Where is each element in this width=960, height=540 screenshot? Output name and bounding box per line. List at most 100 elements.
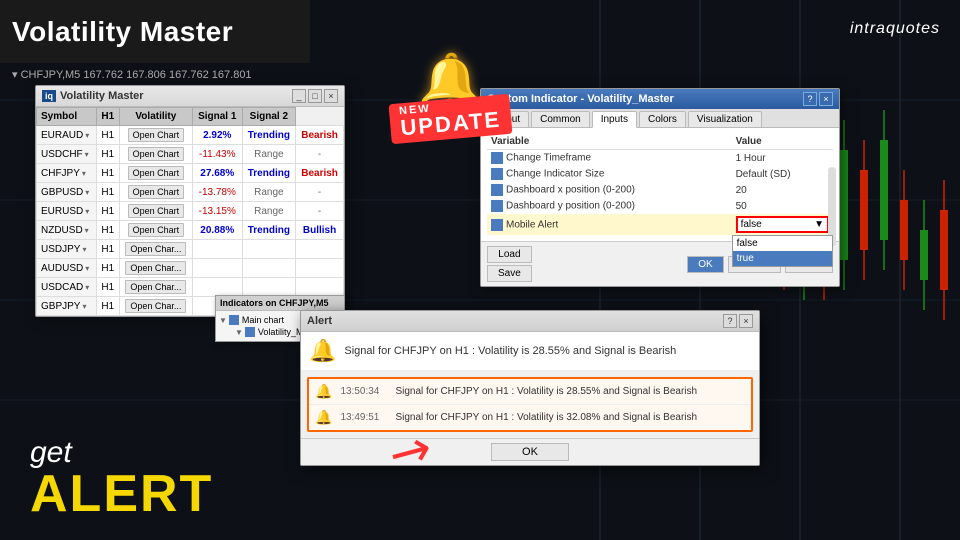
cell-symbol: GBPUSD ▾ — [37, 183, 97, 202]
cell-chart-btn[interactable]: Open Chart — [119, 183, 192, 202]
mobile-alert-dropdown[interactable]: false ▼ false true — [732, 214, 833, 235]
dropdown-current-value[interactable]: false ▼ — [736, 216, 829, 233]
col-symbol: Symbol — [37, 108, 97, 126]
symbol-dropdown-arrow[interactable]: ▾ — [82, 302, 86, 311]
symbol-dropdown-arrow[interactable]: ▾ — [85, 207, 89, 216]
open-chart-button[interactable]: Open Char... — [125, 280, 186, 294]
symbol-dropdown-arrow[interactable]: ▾ — [85, 283, 89, 292]
row-bell-icon-1: 🔔 — [315, 383, 332, 400]
cell-chart-btn[interactable]: Open Chart — [119, 145, 192, 164]
symbol-dropdown-arrow[interactable]: ▾ — [82, 245, 86, 254]
indicator-content: Variable Value Change Timeframe 1 Hour C… — [481, 128, 839, 241]
cell-chart-btn[interactable]: Open Char... — [119, 259, 192, 278]
open-chart-button[interactable]: Open Char... — [125, 242, 186, 256]
alert-titlebar: Alert ? × — [301, 311, 759, 332]
cell-symbol: EURUSD ▾ — [37, 202, 97, 221]
option-false[interactable]: false — [733, 236, 832, 251]
alert-time-1: 13:50:34 — [340, 386, 395, 397]
cell-symbol: AUDUSD ▾ — [37, 259, 97, 278]
alert-window: Alert ? × 🔔 Signal for CHFJPY on H1 : Vo… — [300, 310, 760, 466]
cell-signal1: Range — [242, 183, 296, 202]
table-row: USDJPY ▾ H1 Open Char... — [37, 240, 344, 259]
open-chart-button[interactable]: Open Chart — [128, 204, 185, 218]
tab-visualization[interactable]: Visualization — [688, 111, 762, 127]
alert-footer: OK — [301, 438, 759, 465]
cell-signal1: Range — [242, 145, 296, 164]
cell-chart-btn[interactable]: Open Chart — [119, 126, 192, 145]
indicator-help-button[interactable]: ? — [803, 92, 817, 106]
cell-volatility: 2.92% — [192, 126, 242, 145]
cell-signal2 — [296, 278, 344, 297]
indicator-tabs: About Common Inputs Colors Visualization — [481, 109, 839, 128]
cell-symbol: USDCHF ▾ — [37, 145, 97, 164]
symbol-dropdown-arrow[interactable]: ▾ — [82, 169, 86, 178]
open-chart-button[interactable]: Open Chart — [128, 128, 185, 142]
cell-signal2: Bullish — [296, 221, 344, 240]
row-icon — [491, 219, 503, 231]
alert-close-button[interactable]: × — [739, 314, 753, 328]
cell-timeframe: H1 — [96, 202, 119, 221]
cell-chart-btn[interactable]: Open Chart — [119, 164, 192, 183]
cell-timeframe: H1 — [96, 259, 119, 278]
cell-timeframe: H1 — [96, 164, 119, 183]
open-chart-button[interactable]: Open Chart — [128, 185, 185, 199]
open-chart-button[interactable]: Open Char... — [125, 299, 186, 313]
alert-help-button[interactable]: ? — [723, 314, 737, 328]
get-text: get — [30, 438, 213, 468]
alert-big-text: ALERT — [30, 468, 213, 520]
ok-button[interactable]: OK — [687, 256, 723, 273]
close-button[interactable]: × — [324, 89, 338, 103]
cell-chart-btn[interactable]: Open Char... — [119, 240, 192, 259]
cell-timeframe: H1 — [96, 297, 119, 316]
indicator-icon — [245, 327, 255, 337]
cell-volatility: 20.88% — [192, 221, 242, 240]
tab-inputs[interactable]: Inputs — [592, 111, 637, 128]
cell-signal2: Bearish — [296, 164, 344, 183]
alert-text-1: Signal for CHFJPY on H1 : Volatility is … — [395, 386, 697, 397]
symbol-dropdown-arrow[interactable]: ▾ — [85, 264, 89, 273]
open-chart-button[interactable]: Open Chart — [128, 223, 185, 237]
table-row: CHFJPY ▾ H1 Open Chart 27.68% Trending B… — [37, 164, 344, 183]
open-chart-button[interactable]: Open Char... — [125, 261, 186, 275]
symbol-dropdown-arrow[interactable]: ▾ — [85, 188, 89, 197]
cell-timeframe: H1 — [96, 183, 119, 202]
minimize-button[interactable]: _ — [292, 89, 306, 103]
tab-common[interactable]: Common — [531, 111, 590, 127]
cell-chart-btn[interactable]: Open Char... — [119, 297, 192, 316]
indicator-title: Custom Indicator - Volatility_Master — [487, 93, 674, 105]
open-chart-button[interactable]: Open Chart — [128, 147, 185, 161]
cell-volatility — [192, 278, 242, 297]
load-button[interactable]: Load — [487, 246, 532, 263]
option-true[interactable]: true — [733, 251, 832, 266]
col-volatility: Volatility — [119, 108, 192, 126]
tab-colors[interactable]: Colors — [639, 111, 686, 127]
th-value: Value — [732, 134, 833, 150]
cell-chart-btn[interactable]: Open Chart — [119, 202, 192, 221]
dropdown-options-list: false true — [732, 235, 833, 267]
cell-signal1: Trending — [242, 164, 296, 183]
maximize-button[interactable]: □ — [308, 89, 322, 103]
ticker-text: ▾ CHFJPY,M5 167.762 167.806 167.762 167.… — [12, 68, 252, 81]
alert-ok-button[interactable]: OK — [491, 443, 569, 461]
symbol-dropdown-arrow[interactable]: ▾ — [85, 226, 89, 235]
cell-signal2 — [296, 259, 344, 278]
cell-volatility: -13.78% — [192, 183, 242, 202]
cell-signal1 — [242, 240, 296, 259]
cell-chart-btn[interactable]: Open Char... — [119, 278, 192, 297]
symbol-dropdown-arrow[interactable]: ▾ — [85, 131, 89, 140]
indicators-window-title: Indicators on CHFJPY,M5 — [216, 296, 344, 311]
new-update-badge: 🔔 NEW UPDATE — [390, 55, 511, 139]
row-icon — [491, 200, 503, 212]
indicator-close-button[interactable]: × — [819, 92, 833, 106]
cell-signal1: Range — [242, 202, 296, 221]
cell-chart-btn[interactable]: Open Chart — [119, 221, 192, 240]
indicator-controls: ? × — [803, 92, 833, 106]
symbol-dropdown-arrow[interactable]: ▾ — [85, 150, 89, 159]
open-chart-button[interactable]: Open Chart — [128, 166, 185, 180]
save-button[interactable]: Save — [487, 265, 532, 282]
col-signal1: Signal 1 — [192, 108, 242, 126]
expand-icon: ▼ — [219, 316, 227, 325]
alert-row-2: 🔔 13:49:51 Signal for CHFJPY on H1 : Vol… — [309, 405, 751, 430]
cell-symbol: GBPJPY ▾ — [37, 297, 97, 316]
table-row: USDCHF ▾ H1 Open Chart -11.43% Range - — [37, 145, 344, 164]
